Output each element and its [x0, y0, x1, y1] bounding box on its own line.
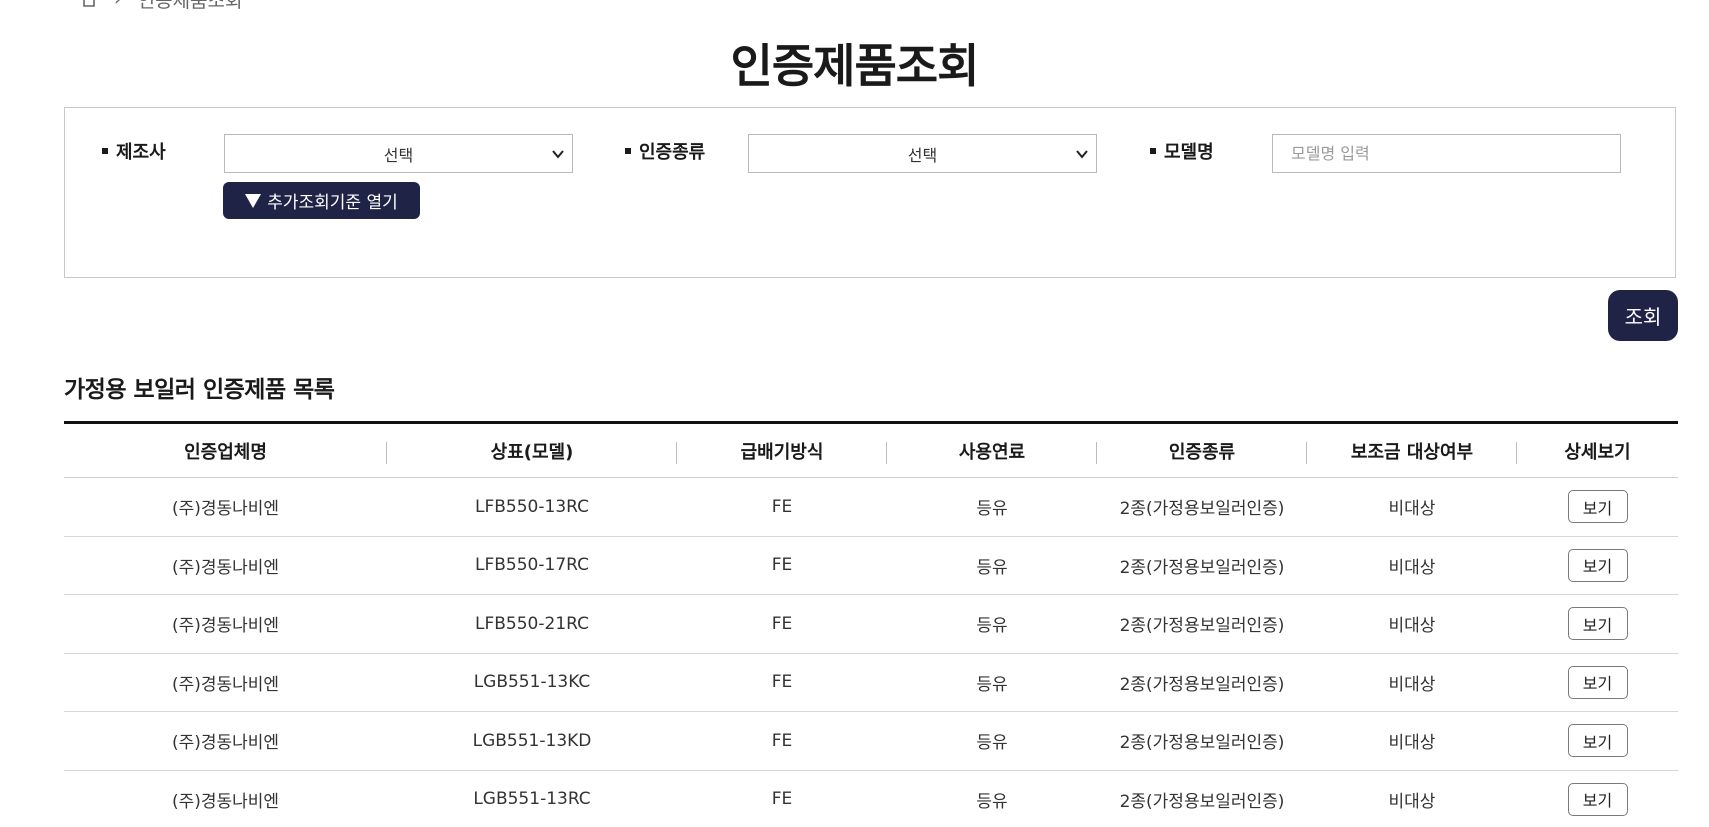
table-header: 인증업체명 상표(모델) 급배기방식 사용연료 인증종류 보조금 대상여부 상세… [64, 424, 1678, 478]
column-header-cert-type: 인증종류 [1097, 438, 1307, 464]
home-icon[interactable] [80, 0, 98, 8]
view-button[interactable]: 보기 [1567, 490, 1628, 524]
cert-cell: 2종(가정용보일러인증) [1119, 557, 1285, 578]
model-cell: LFB550-13RC [475, 496, 589, 517]
column-header-detail: 상세보기 [1564, 441, 1631, 463]
subsidy-cell: 비대상 [1388, 557, 1436, 578]
company-cell: (주)경동나비엔 [171, 791, 280, 812]
fuel-cell: 등유 [976, 557, 1008, 578]
company-cell: (주)경동나비엔 [171, 674, 280, 695]
fuel-cell: 등유 [976, 674, 1008, 695]
breadcrumb-current[interactable]: 인증제품조회 [138, 0, 243, 13]
more-criteria-button[interactable]: 추가조회기준 열기 [223, 182, 420, 219]
chevron-down-icon [1076, 150, 1088, 159]
cert-type-select[interactable]: 선택 [748, 134, 1097, 173]
view-button[interactable]: 보기 [1567, 724, 1628, 758]
table-row: (주)경동나비엔 LGB551-13RC FE 등유 2종(가정용보일러인증) … [64, 771, 1678, 827]
cert-cell: 2종(가정용보일러인증) [1119, 791, 1285, 812]
exhaust-cell: FE [771, 555, 793, 576]
chevron-down-icon [552, 150, 564, 159]
cert-cell: 2종(가정용보일러인증) [1119, 674, 1285, 695]
cert-cell: 2종(가정용보일러인증) [1119, 733, 1285, 754]
cert-type-label: 인증종류 [625, 138, 705, 164]
breadcrumb: › 인증제품조회 [80, 0, 243, 13]
view-button[interactable]: 보기 [1567, 607, 1628, 641]
model-cell: LGB551-13KC [473, 672, 591, 693]
detail-cell: 보기 [1517, 548, 1678, 582]
detail-cell: 보기 [1517, 490, 1678, 524]
model-cell: LGB551-13KD [472, 730, 592, 751]
table-row: (주)경동나비엔 LFB550-17RC FE 등유 2종(가정용보일러인증) … [64, 537, 1678, 595]
detail-cell: 보기 [1517, 665, 1678, 699]
bullet-icon [1150, 148, 1156, 154]
model-label: 모델명 [1150, 138, 1214, 164]
fuel-cell: 등유 [976, 733, 1008, 754]
company-cell: (주)경동나비엔 [171, 733, 280, 754]
fuel-cell: 등유 [976, 616, 1008, 637]
company-cell: (주)경동나비엔 [171, 557, 280, 578]
bullet-icon [625, 148, 631, 154]
exhaust-cell: FE [771, 496, 793, 517]
subsidy-cell: 비대상 [1388, 499, 1436, 520]
exhaust-cell: FE [771, 672, 793, 693]
model-input[interactable] [1272, 134, 1621, 173]
column-header-exhaust: 급배기방식 [677, 438, 887, 464]
view-button[interactable]: 보기 [1567, 548, 1628, 582]
page-title: 인증제품조회 [730, 39, 980, 93]
detail-cell: 보기 [1517, 724, 1678, 758]
column-header-subsidy: 보조금 대상여부 [1307, 438, 1517, 464]
detail-cell: 보기 [1517, 782, 1678, 816]
exhaust-cell: FE [771, 789, 793, 810]
model-cell: LFB550-21RC [475, 613, 589, 634]
list-title: 가정용 보일러 인증제품 목록 [64, 377, 335, 403]
manufacturer-label: 제조사 [102, 138, 166, 164]
column-header-model: 상표(모델) [387, 438, 677, 464]
table-row: (주)경동나비엔 LGB551-13KD FE 등유 2종(가정용보일러인증) … [64, 712, 1678, 771]
exhaust-cell: FE [771, 613, 793, 634]
cert-cell: 2종(가정용보일러인증) [1119, 499, 1285, 520]
subsidy-cell: 비대상 [1388, 791, 1436, 812]
column-header-fuel: 사용연료 [887, 438, 1097, 464]
model-cell: LGB551-13RC [473, 789, 591, 810]
exhaust-cell: FE [771, 730, 793, 751]
subsidy-cell: 비대상 [1388, 733, 1436, 754]
fuel-cell: 등유 [976, 791, 1008, 812]
model-cell: LFB550-17RC [475, 555, 589, 576]
manufacturer-select[interactable]: 선택 [224, 134, 573, 173]
table-row: (주)경동나비엔 LFB550-21RC FE 등유 2종(가정용보일러인증) … [64, 595, 1678, 654]
triangle-down-icon [245, 193, 262, 208]
table-row: (주)경동나비엔 LGB551-13KC FE 등유 2종(가정용보일러인증) … [64, 654, 1678, 712]
subsidy-cell: 비대상 [1388, 674, 1436, 695]
subsidy-cell: 비대상 [1388, 616, 1436, 637]
column-header-company: 인증업체명 [64, 438, 387, 464]
detail-cell: 보기 [1517, 607, 1678, 641]
view-button[interactable]: 보기 [1567, 782, 1628, 816]
search-panel: 제조사 선택 인증종류 선택 모델명 추가조회기준 열기 [64, 107, 1676, 278]
product-table: 인증업체명 상표(모델) 급배기방식 사용연료 인증종류 보조금 대상여부 상세… [64, 421, 1678, 827]
view-button[interactable]: 보기 [1567, 665, 1628, 699]
search-button[interactable]: 조회 [1608, 290, 1678, 341]
bullet-icon [102, 148, 108, 154]
fuel-cell: 등유 [976, 499, 1008, 520]
breadcrumb-separator: › [114, 0, 122, 10]
company-cell: (주)경동나비엔 [171, 499, 280, 520]
cert-cell: 2종(가정용보일러인증) [1119, 616, 1285, 637]
company-cell: (주)경동나비엔 [171, 616, 280, 637]
table-row: (주)경동나비엔 LFB550-13RC FE 등유 2종(가정용보일러인증) … [64, 478, 1678, 537]
